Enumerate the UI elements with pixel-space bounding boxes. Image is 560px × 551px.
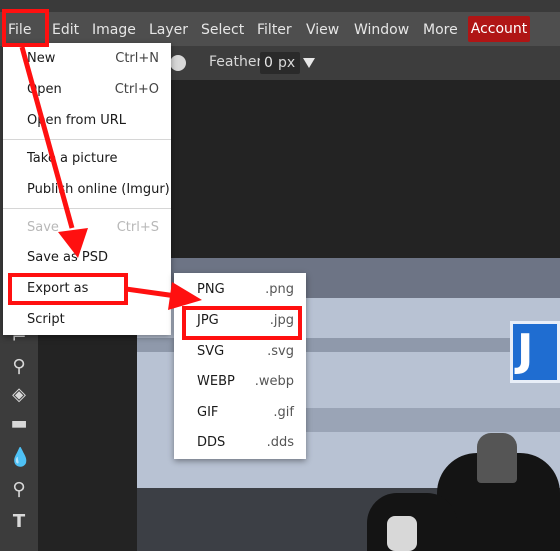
blur-icon[interactable]: 💧 bbox=[9, 448, 31, 468]
menu-divider bbox=[3, 208, 171, 209]
file-menu-save: Save Ctrl+S bbox=[27, 220, 159, 235]
export-dds[interactable]: DDS .dds bbox=[174, 427, 306, 457]
figure-left-head bbox=[387, 516, 417, 551]
file-menu-script[interactable]: Script bbox=[3, 306, 171, 334]
menu-bar: File Edit Image Layer Select Filter View… bbox=[0, 0, 560, 46]
menu-window[interactable]: Window bbox=[354, 18, 409, 42]
menu-view[interactable]: View bbox=[306, 18, 339, 42]
brush-preview-icon[interactable] bbox=[170, 55, 186, 71]
menu-more[interactable]: More bbox=[423, 18, 458, 42]
horse-mask-head bbox=[477, 433, 517, 483]
gradient-icon[interactable]: ▬ bbox=[9, 414, 29, 434]
file-menu-take-picture[interactable]: Take a picture bbox=[3, 145, 171, 173]
highlight-export-box bbox=[8, 273, 128, 305]
stamp-icon[interactable]: ⚲ bbox=[9, 357, 29, 377]
text-icon[interactable]: T bbox=[9, 512, 29, 532]
file-menu-save-psd[interactable]: Save as PSD bbox=[3, 244, 171, 272]
menu-edit[interactable]: Edit bbox=[52, 18, 79, 42]
file-menu-open[interactable]: Open Ctrl+O bbox=[3, 76, 171, 104]
feather-label: Feather: bbox=[209, 54, 267, 70]
menu-divider bbox=[3, 139, 171, 140]
file-menu-publish[interactable]: Publish online (Imgur) bbox=[3, 176, 171, 204]
export-png[interactable]: PNG .png bbox=[174, 274, 306, 304]
menu-layer[interactable]: Layer bbox=[149, 18, 188, 42]
menu-filter[interactable]: Filter bbox=[257, 18, 292, 42]
export-svg[interactable]: SVG .svg bbox=[174, 336, 306, 366]
account-button[interactable]: Account bbox=[468, 16, 530, 42]
highlight-file-box bbox=[2, 9, 49, 47]
file-menu-open-url[interactable]: Open from URL bbox=[3, 107, 171, 135]
export-submenu: PNG .png JPG .jpg SVG .svg WEBP .webp GI… bbox=[174, 273, 306, 459]
dodge-icon[interactable]: ⚲ bbox=[9, 480, 29, 500]
menu-select[interactable]: Select bbox=[201, 18, 244, 42]
menu-image[interactable]: Image bbox=[92, 18, 136, 42]
highlight-jpg-box bbox=[182, 306, 302, 340]
feather-unit: px bbox=[278, 55, 296, 71]
export-webp[interactable]: WEBP .webp bbox=[174, 366, 306, 396]
window-top-strip bbox=[0, 0, 560, 12]
sign-letter: J bbox=[517, 325, 534, 376]
export-gif[interactable]: GIF .gif bbox=[174, 397, 306, 427]
feather-dropdown-icon[interactable] bbox=[303, 58, 315, 68]
file-menu-new[interactable]: New Ctrl+N bbox=[3, 45, 171, 73]
eraser-icon[interactable]: ◈ bbox=[9, 385, 29, 405]
